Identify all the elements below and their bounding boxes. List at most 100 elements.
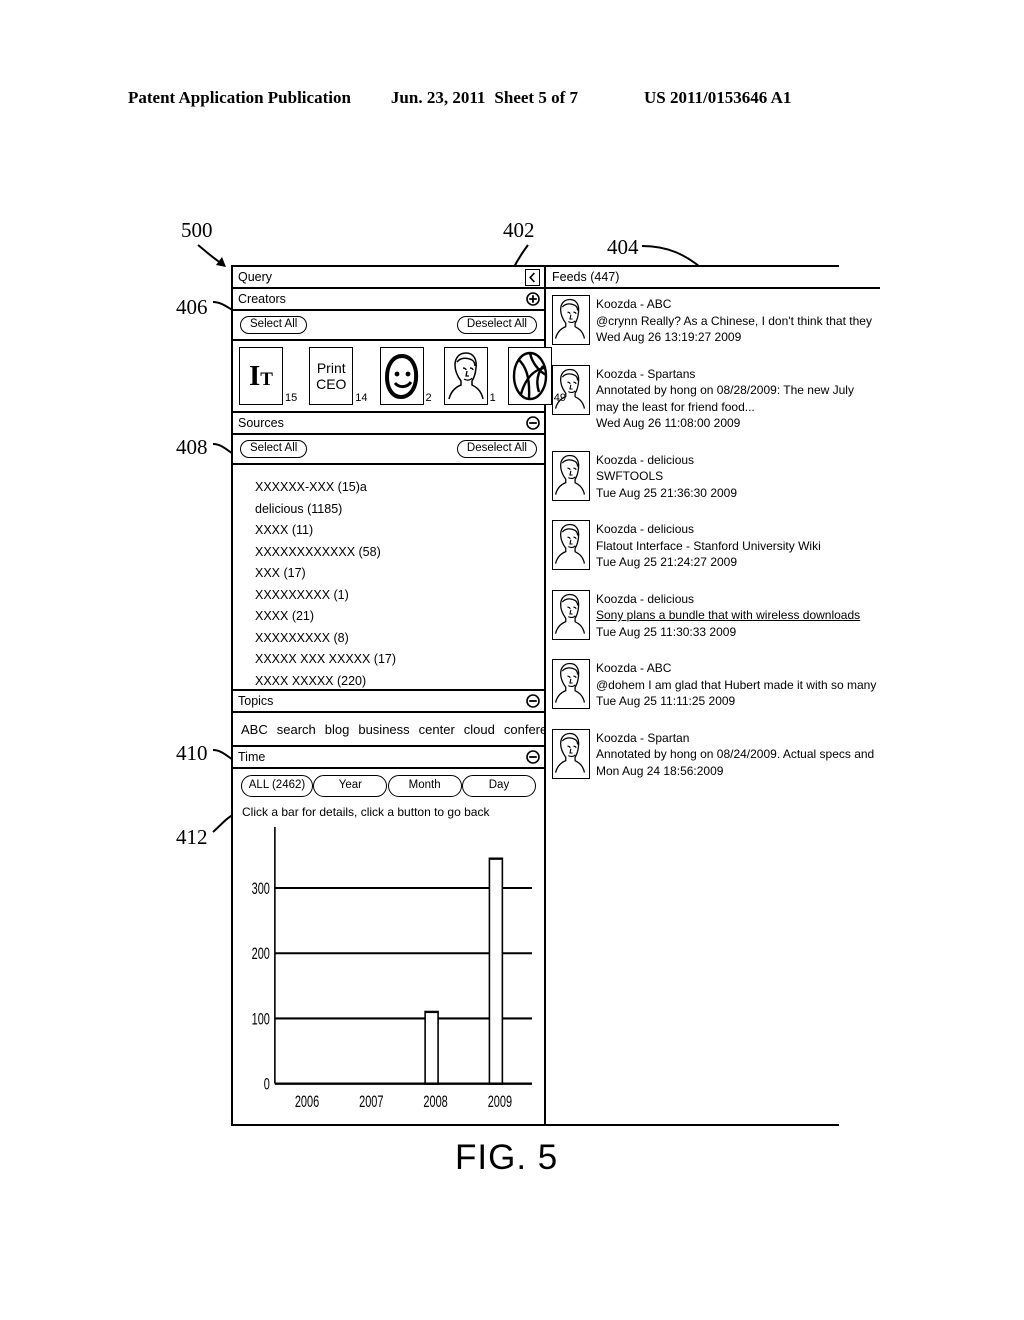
creators-section-bar[interactable]: Creators [233, 289, 544, 311]
creators-button-row: Select All Deselect All [233, 311, 544, 341]
creator-count: 49 [553, 392, 566, 404]
feed-item[interactable]: Koozda - ABC @dohem I am glad that Hubert… [552, 659, 876, 710]
figure-caption: FIG. 5 [455, 1138, 559, 1177]
topic-word[interactable]: search [277, 722, 316, 737]
feed-link[interactable]: Sony plans a bundle that with wireless d… [596, 607, 860, 624]
feed-source: Koozda - Spartan [596, 730, 690, 745]
list-item[interactable]: XXXXXXXXX (8) [255, 628, 544, 650]
creators-deselect-all-button[interactable]: Deselect All [456, 315, 537, 335]
feed-source: Koozda - delicious [596, 591, 695, 606]
chart-bar[interactable] [488, 857, 504, 1085]
person-portrait-icon [552, 450, 590, 501]
time-button-year[interactable]: Year [313, 775, 388, 797]
topic-word[interactable]: blog [325, 722, 350, 737]
feed-body: Annotated by hong on 08/28/2009: The new… [596, 383, 854, 397]
time-button-all[interactable]: ALL (2462) [241, 775, 313, 797]
callout-410: 410 [176, 741, 208, 765]
list-item[interactable]: XXXX (11) [255, 520, 544, 542]
person-portrait-icon [552, 659, 590, 709]
feed-timestamp: Tue Aug 25 11:11:25 2009 [596, 694, 736, 708]
feed-source: Koozda - ABC [596, 297, 672, 311]
feed-item[interactable]: Koozda - delicious Flatout Interface - St… [552, 520, 876, 571]
list-item[interactable]: XXXX (21) [255, 606, 544, 628]
y-axis-tick-label: 300 [252, 879, 271, 898]
chart-hint-text: Click a bar for details, click a button … [242, 805, 490, 819]
list-item[interactable]: XXX (17) [255, 563, 544, 585]
list-item[interactable]: XXXXX XXX XXXXX (17) [255, 649, 544, 671]
time-section-bar[interactable]: Time [233, 747, 544, 769]
topics-title: Topics [238, 693, 274, 708]
circle-minus-icon[interactable] [526, 750, 540, 764]
feeds-panel: Feeds (447) Koozda - ABC @crynn Really? A… [546, 267, 881, 1124]
circle-plus-icon[interactable] [526, 292, 540, 306]
person-portrait-icon [552, 295, 590, 345]
sources-deselect-all-button[interactable]: Deselect All [456, 439, 537, 459]
creator-thumbnail[interactable]: 1 [443, 347, 496, 405]
sources-list[interactable]: XXXXXX-XXX (15)a delicious (1185) XXXX (… [233, 465, 544, 691]
y-axis-tick-label: 0 [264, 1074, 270, 1093]
feed-source: Koozda - Spartans [596, 366, 696, 381]
creator-thumbnail[interactable]: Print CEO 14 [309, 347, 368, 405]
creators-select-all-button[interactable]: Select All [240, 315, 308, 335]
list-item[interactable]: XXXX XXXXX (220) [255, 671, 544, 690]
feed-item[interactable]: Koozda - ABC @crynn Really? As a Chinese,… [552, 295, 876, 346]
it-logo-icon[interactable]: IT [239, 347, 283, 405]
chevron-left-icon[interactable] [525, 268, 540, 286]
feed-item[interactable]: Koozda - Spartan Annotated by hong on 08/… [552, 728, 876, 780]
callout-412: 412 [176, 825, 208, 849]
feed-body: may the least for friend food... [596, 399, 755, 414]
sources-title: Sources [238, 415, 284, 430]
time-histogram-chart[interactable]: 0 100 200 300 2006 2007 2008 2009 [233, 819, 544, 1124]
y-axis-tick-label: 100 [252, 1009, 271, 1028]
x-axis-tick-label: 2009 [488, 1092, 513, 1111]
feeds-list[interactable]: Koozda - ABC @crynn Really? As a Chinese,… [546, 289, 880, 1124]
time-button-month[interactable]: Month [387, 775, 462, 797]
y-axis-tick-label: 200 [252, 944, 271, 963]
person-portrait-icon[interactable] [443, 347, 488, 405]
it-logo-letter-t: T [260, 368, 273, 390]
topics-section-bar[interactable]: Topics [233, 691, 544, 713]
feed-body: SWFTOOLS [596, 469, 664, 483]
circle-minus-icon[interactable] [526, 694, 540, 708]
query-title-bar: Query [233, 267, 544, 289]
feed-source: Koozda - ABC [596, 661, 672, 675]
volleyball-icon[interactable] [507, 347, 552, 405]
feed-body: @crynn Really? As a Chinese, I don't thi… [596, 313, 872, 328]
topic-word[interactable]: center [419, 722, 455, 737]
time-button-day[interactable]: Day [461, 775, 536, 797]
creator-thumbnail[interactable]: 49 [507, 347, 566, 405]
feed-item[interactable]: Koozda - Spartans Annotated by hong on 08… [552, 364, 876, 432]
feed-timestamp: Mon Aug 24 18:56:2009 [596, 763, 724, 778]
application-window: Query Creators Select All Deselect All I… [231, 265, 881, 1126]
feed-item[interactable]: Koozda - delicious SWFTOOLS Tue Aug 25 21:… [552, 450, 876, 502]
creator-thumbnail[interactable]: IT 15 [239, 347, 297, 405]
sheet-number: Sheet 5 of 7 [494, 88, 578, 107]
sources-section-bar[interactable]: Sources [233, 413, 544, 435]
print-ceo-icon[interactable]: Print CEO [309, 347, 354, 405]
callout-500-leader [196, 243, 236, 273]
print-ceo-line2: CEO [316, 376, 347, 392]
callout-408: 408 [176, 435, 208, 459]
topic-word[interactable]: cloud [464, 722, 495, 737]
x-axis-tick-label: 2008 [423, 1092, 448, 1111]
person-portrait-icon [552, 589, 590, 640]
feed-text: Koozda - Spartan Annotated by hong on 08/… [596, 729, 874, 780]
smiley-face-icon[interactable] [379, 347, 424, 405]
feed-timestamp: Tue Aug 25 21:36:30 2009 [596, 485, 738, 500]
feed-item[interactable]: Koozda - delicious Sony plans a bundle th… [552, 589, 876, 641]
list-item[interactable]: XXXXXX-XXX (15)a [255, 477, 544, 499]
sources-select-all-button[interactable]: Select All [240, 439, 308, 459]
list-item[interactable]: XXXXXXXXXXXX (58) [255, 542, 544, 564]
time-histogram-svg[interactable]: 0 100 200 300 2006 2007 2008 2009 [239, 827, 538, 1122]
creator-thumbnail[interactable]: 2 [379, 347, 432, 405]
list-item[interactable]: XXXXXXXXX (1) [255, 585, 544, 607]
list-item[interactable]: delicious (1185) [255, 499, 544, 521]
feed-timestamp: Wed Aug 26 13:19:27 2009 [596, 330, 742, 344]
x-axis-tick-label: 2007 [359, 1092, 383, 1111]
circle-minus-icon[interactable] [526, 416, 540, 430]
topic-word[interactable]: ABC [241, 722, 268, 737]
time-granularity-buttons: ALL (2462) Year Month Day [233, 769, 544, 803]
chart-bar[interactable] [424, 1010, 439, 1085]
topic-word[interactable]: business [358, 722, 409, 737]
creator-thumbnail-strip: IT 15 Print CEO 14 2 1 49 [233, 341, 566, 413]
